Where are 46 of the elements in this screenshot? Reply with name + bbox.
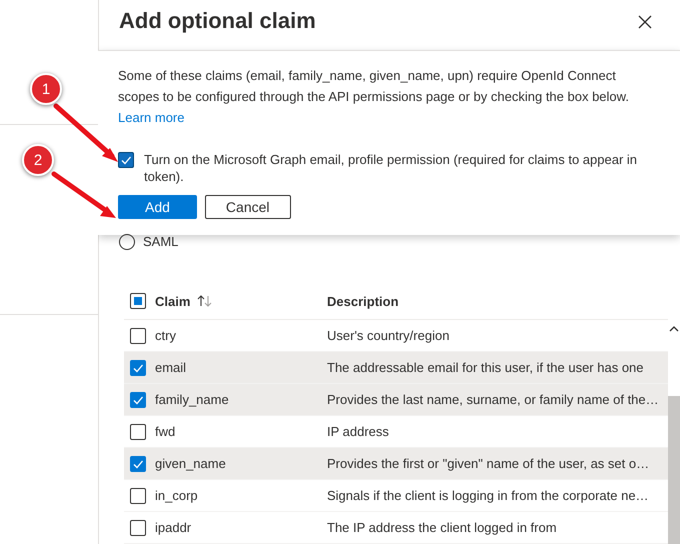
table-row[interactable]: in_corp Signals if the client is logging in from the corporate ne… <box>124 480 668 512</box>
panel-title: Add optional claim <box>119 8 316 34</box>
learn-more-link[interactable]: Learn more <box>118 110 184 126</box>
claim-cell: email <box>155 360 186 375</box>
claim-cell: family_name <box>155 392 229 407</box>
description-cell: Provides the first or "given" name of the user, as set o… <box>327 456 650 471</box>
claim-cell: ipaddr <box>155 520 192 535</box>
table-row[interactable]: family_name Provides the last name, surname, or family name of the… <box>124 384 668 416</box>
sort-icon[interactable] <box>197 295 214 307</box>
column-header[interactable]: Claim <box>155 294 190 308</box>
radio-button[interactable] <box>119 234 135 250</box>
claim-cell: ctry <box>155 328 176 343</box>
row-checkbox[interactable] <box>130 520 146 536</box>
row-checkbox[interactable] <box>130 328 146 344</box>
pointer-arrow <box>52 172 116 218</box>
claim-cell: in_corp <box>155 488 198 503</box>
row-checkbox[interactable] <box>130 488 146 504</box>
select-all-checkbox[interactable] <box>130 293 146 309</box>
add-button[interactable]: Add <box>118 195 197 220</box>
column-header: Description <box>327 294 399 308</box>
description-cell: Provides the last name, surname, or family name of the… <box>327 392 659 407</box>
scrollbar-thumb[interactable] <box>668 396 680 544</box>
row-checkbox[interactable] <box>130 424 146 440</box>
pointer-arrow <box>54 104 118 162</box>
description-cell: The addressable email for this user, if the user has one <box>327 360 644 375</box>
scrollbar[interactable] <box>668 320 680 544</box>
permission-checkbox[interactable] <box>118 152 134 168</box>
claim-cell: given_name <box>155 456 226 471</box>
table-row[interactable]: email The addressable email for this user, if the user has one <box>124 352 668 384</box>
description-cell: Signals if the client is logging in from the corporate ne… <box>327 488 649 503</box>
description-cell: IP address <box>327 424 389 439</box>
scroll-up-icon[interactable] <box>669 326 679 332</box>
claim-cell: fwd <box>155 424 176 439</box>
radio-label: SAML <box>143 234 178 250</box>
check-icon <box>120 154 132 166</box>
row-checkbox[interactable] <box>130 392 146 408</box>
row-checkbox[interactable] <box>130 360 146 376</box>
table-row[interactable]: given_name Provides the first or "given" name of the user, as set o… <box>124 448 668 480</box>
cancel-button[interactable]: Cancel <box>204 195 291 220</box>
description-cell: User's country/region <box>327 328 450 343</box>
row-checkbox[interactable] <box>130 456 146 472</box>
permission-label: Turn on the Microsoft Graph email, profile permission (required for claims to appear in token). <box>144 151 638 186</box>
info-message: Some of these claims (email, family_name, given_name, upn) require OpenId Connect scopes to be configured through the API permissions page or by checking the box below. Learn more <box>118 67 630 128</box>
close-icon[interactable] <box>638 15 652 29</box>
description-cell: The IP address the client logged in from <box>327 520 557 535</box>
table-row[interactable]: ipaddr The IP address the client logged in from <box>124 512 668 544</box>
